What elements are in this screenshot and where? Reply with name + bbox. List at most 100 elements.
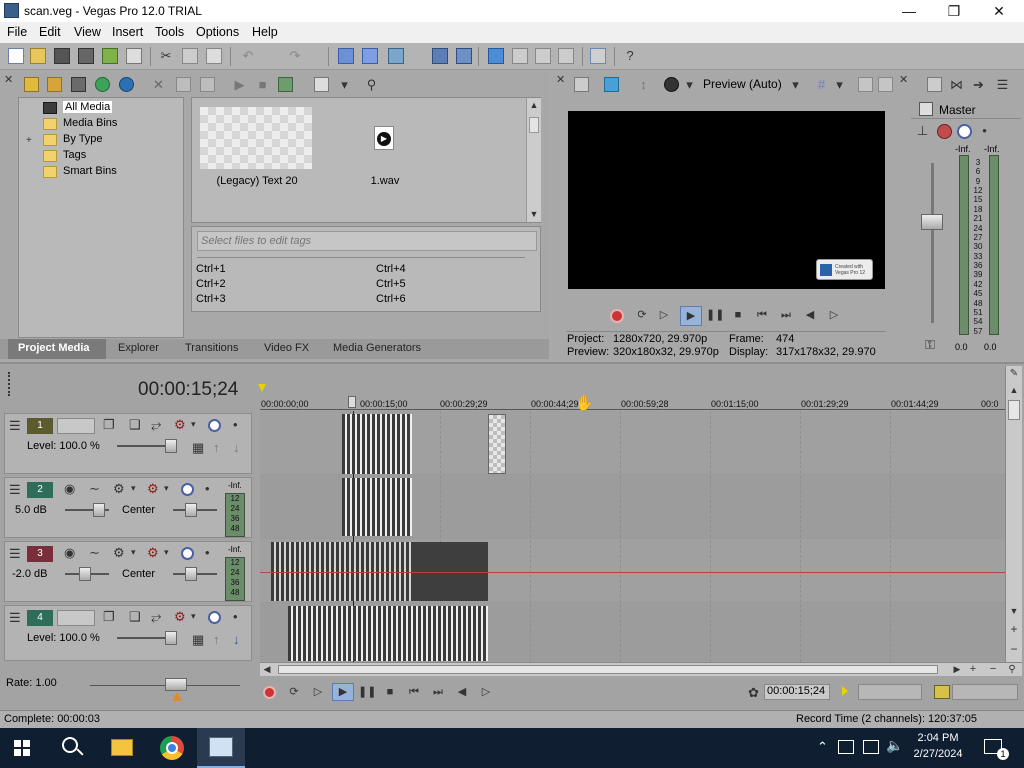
pause-icon[interactable]: ❚❚ (358, 685, 376, 699)
media-fx-icon[interactable] (119, 77, 134, 92)
solo-icon[interactable]: • (233, 609, 238, 624)
menu-insert[interactable]: Insert (112, 25, 143, 39)
import-media-icon[interactable] (24, 77, 39, 92)
move-up-icon[interactable]: ↑ (213, 440, 220, 455)
solo-icon[interactable]: • (205, 481, 210, 496)
normal-edit-tool-icon[interactable] (338, 48, 354, 64)
track-header-3[interactable]: ☰ 3 ◉ ∼ ⚙ ▾ ⚙ ▾ • -2.0 dB Center -Inf. 1… (4, 541, 252, 602)
track-minimize-icon[interactable]: ☰ (9, 482, 21, 497)
fx-dropdown-icon[interactable]: ▾ (191, 417, 196, 432)
track-fx-icon[interactable]: ⚙ (147, 545, 159, 560)
track-name-field[interactable] (57, 418, 95, 434)
make-compositing-child-icon[interactable]: ❑ (129, 417, 141, 432)
expand-icon[interactable]: + (26, 135, 32, 146)
copy-icon[interactable] (182, 48, 198, 64)
menu-help[interactable]: Help (252, 25, 278, 39)
close-panel-icon[interactable]: ✕ (556, 73, 565, 88)
menu-tools[interactable]: Tools (155, 25, 184, 39)
play-from-start-icon[interactable]: ▷ (656, 308, 672, 322)
fx-dropdown-icon[interactable]: ▾ (164, 481, 169, 496)
track-fx-chain-icon[interactable]: ▦ (192, 440, 204, 455)
play-media-icon[interactable]: ▶ (232, 77, 247, 92)
volume-slider-handle[interactable] (79, 567, 91, 581)
delete-icon[interactable]: ✕ (151, 77, 166, 92)
next-frame-icon[interactable]: ▷ (826, 308, 842, 322)
file-explorer-icon[interactable] (111, 739, 133, 756)
auto-ripple-icon[interactable] (432, 48, 448, 64)
auto-preview-icon[interactable] (278, 77, 293, 92)
whats-this-help-icon[interactable]: ? (622, 48, 638, 64)
snapping-icon[interactable] (488, 48, 504, 64)
render-icon[interactable] (102, 48, 118, 64)
audio-file-icon[interactable]: ▶ (374, 126, 394, 150)
audio-event[interactable] (342, 478, 412, 536)
go-to-end-icon[interactable]: ⏭ (430, 685, 446, 699)
scroll-down-icon[interactable]: ▼ (527, 207, 541, 222)
remove-unused-icon[interactable] (95, 77, 110, 92)
scroll-down-icon[interactable]: ▼ (1006, 604, 1022, 619)
track-fx-icon[interactable]: ⚙ (113, 545, 125, 560)
master-insert-fx-icon[interactable] (919, 102, 933, 116)
compositing-mode-icon[interactable]: ❐ (103, 417, 115, 432)
lock-icon[interactable]: ⚿ (925, 337, 935, 352)
go-to-end-icon[interactable]: ⏭ (778, 308, 794, 322)
cursor-timecode-field[interactable]: 00:00:15;24 (764, 684, 830, 700)
track-fx-icon[interactable]: ⚙ (174, 417, 186, 432)
track-minimize-icon[interactable]: ☰ (9, 546, 21, 561)
level-slider-handle[interactable] (165, 439, 177, 453)
fx-chain-icon[interactable]: ⊥ (915, 123, 930, 138)
invert-phase-icon[interactable]: ∼ (89, 545, 100, 560)
timeline-timecode[interactable]: 00:00:15;24 (138, 379, 238, 401)
track-fx-icon[interactable]: ⚙ (147, 481, 159, 496)
solo-icon[interactable]: • (205, 545, 210, 560)
fx-dropdown-icon[interactable]: ▾ (191, 609, 196, 624)
track-header-2[interactable]: ☰ 2 ◉ ∼ ⚙ ▾ ⚙ ▾ • 5.0 dB Center -Inf. 12… (4, 477, 252, 538)
go-to-start-icon[interactable]: ⏮ (754, 308, 770, 322)
solo-icon[interactable]: • (233, 417, 238, 432)
previous-frame-icon[interactable]: ◀ (802, 308, 818, 322)
track-fx-icon[interactable]: ⚙ (174, 609, 186, 624)
cut-icon[interactable]: ✂ (158, 48, 174, 64)
play-icon[interactable]: ▶ (680, 306, 702, 326)
zoom-tool-icon[interactable]: ⚲ (1005, 662, 1019, 677)
level-slider-handle[interactable] (165, 631, 177, 645)
search-icon[interactable]: ⚲ (364, 77, 379, 92)
new-project-icon[interactable] (8, 48, 24, 64)
go-to-start-icon[interactable]: ⏮ (406, 685, 422, 699)
tags-input[interactable] (197, 231, 537, 251)
downmix-icon[interactable]: ⋈ (949, 77, 964, 92)
media-tags-icon[interactable] (200, 77, 215, 92)
mute-icon[interactable] (208, 419, 221, 432)
master-fx-icon[interactable] (937, 124, 952, 139)
mute-icon[interactable] (957, 124, 972, 139)
capture-video-icon[interactable] (47, 77, 62, 92)
track-header-4[interactable]: ☰ 4 ❐ ❑ ⥂ ⚙ ▾ • Level: 100.0 % ▦ ↑ ↓ (4, 605, 252, 661)
fx-dropdown-icon[interactable]: ▾ (164, 545, 169, 560)
close-panel-icon[interactable]: ✕ (899, 73, 908, 88)
external-monitor-icon[interactable] (604, 77, 619, 92)
open-icon[interactable] (30, 48, 46, 64)
arm-record-icon[interactable]: ◉ (64, 545, 75, 560)
arm-record-icon[interactable]: ◉ (64, 481, 75, 496)
scroll-thumb[interactable] (278, 665, 938, 674)
pause-icon[interactable]: ❚❚ (706, 308, 724, 322)
redo-icon[interactable]: ↷ (287, 48, 303, 64)
loop-icon[interactable]: ⟳ (286, 685, 302, 699)
timeline-vertical-scrollbar[interactable]: ✎ ▲ ▼ + − (1005, 366, 1022, 662)
scroll-left-icon[interactable]: ◀ (260, 662, 274, 677)
network-icon[interactable] (838, 740, 854, 754)
stop-media-icon[interactable]: ■ (255, 77, 270, 92)
track-name-field[interactable] (57, 610, 95, 626)
display-icon[interactable] (863, 740, 879, 754)
views-dropdown-icon[interactable]: ▾ (337, 77, 352, 92)
move-down-icon[interactable]: ↓ (233, 440, 240, 455)
zoom-out-time-icon[interactable]: − (986, 662, 1000, 677)
menu-view[interactable]: View (74, 25, 101, 39)
menu-file[interactable]: File (7, 25, 27, 39)
mixer-icon[interactable] (927, 77, 942, 92)
zoom-in-time-icon[interactable]: + (966, 662, 980, 677)
previous-frame-icon[interactable]: ◀ (454, 685, 470, 699)
fx-dropdown-icon[interactable]: ▾ (131, 481, 136, 496)
timeline-grip[interactable] (8, 372, 12, 396)
tab-project-media[interactable]: Project Media (18, 342, 90, 354)
